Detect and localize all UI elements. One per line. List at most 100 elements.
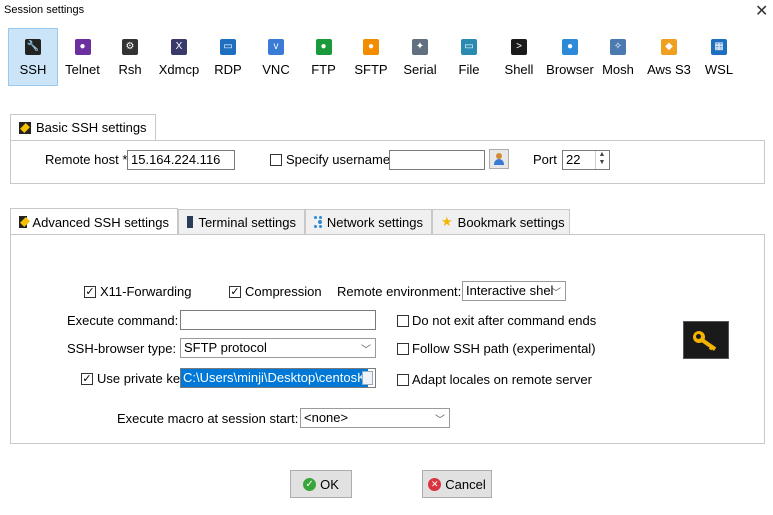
ok-button[interactable]: ✓ OK — [290, 470, 352, 498]
remote-environment-value: Interactive shel — [466, 283, 554, 298]
username-input[interactable] — [389, 150, 485, 170]
session-type-label: Rsh — [118, 62, 142, 77]
session-type-label: WSL — [704, 62, 734, 77]
execute-command-label: Execute command: — [67, 313, 179, 328]
session-type-serial[interactable]: ✦ Serial — [396, 28, 444, 86]
port-label: Port — [533, 152, 557, 167]
adapt-locales-checkbox[interactable] — [397, 374, 409, 386]
execute-macro-value: <none> — [304, 410, 349, 425]
remote-host-label: Remote host * — [45, 152, 128, 167]
star-icon: ★ — [441, 214, 453, 229]
tab-label: Bookmark settings — [457, 214, 565, 230]
session-type-rdp[interactable]: ▭ RDP — [205, 28, 251, 86]
session-type-rsh[interactable]: ⚙ Rsh — [107, 28, 153, 86]
session-type-label: Mosh — [602, 62, 634, 77]
tab-bookmark-settings[interactable]: ★ Bookmark settings — [432, 209, 570, 234]
ok-label: OK — [320, 476, 339, 492]
specify-username-label: Specify username — [286, 152, 391, 167]
mosh-icon: ✧ — [610, 39, 626, 55]
file-browse-icon[interactable] — [362, 371, 373, 385]
terminal-icon — [187, 216, 194, 228]
follow-ssh-path-checkbox[interactable] — [397, 343, 409, 355]
session-type-label: VNC — [262, 62, 290, 77]
session-type-label: SFTP — [354, 62, 388, 77]
x11-forwarding-checkbox[interactable]: ✓ — [84, 286, 96, 298]
session-type-label: Shell — [504, 62, 534, 77]
close-icon[interactable]: ✕ — [755, 1, 768, 21]
user-picker-button[interactable] — [489, 149, 509, 169]
port-input[interactable]: 22 ▲ ▼ — [562, 150, 610, 170]
key-icon — [693, 329, 719, 351]
tab-label: Network settings — [326, 214, 423, 230]
cancel-label: Cancel — [445, 476, 486, 492]
session-type-toolbar: 🔧 SSH ● Telnet ⚙ Rsh X Xdmcp ▭ RDP v VNC ● FTP ● SFTP ✦ S… — [8, 28, 740, 86]
session-type-browser[interactable]: ● Browser — [544, 28, 596, 86]
wsl-icon: ▦ — [711, 39, 727, 55]
remote-environment-label: Remote environment: — [337, 284, 462, 299]
compression-checkbox[interactable]: ✓ — [229, 286, 241, 298]
wrench-icon — [19, 216, 30, 228]
tab-label: Basic SSH settings — [36, 120, 147, 135]
do-not-exit-label: Do not exit after command ends — [412, 313, 597, 328]
ssh-browser-type-select[interactable]: SFTP protocol ﹀ — [180, 338, 376, 358]
session-type-label: FTP — [311, 62, 336, 77]
tab-basic-ssh-settings[interactable]: Basic SSH settings — [10, 114, 156, 140]
telnet-icon: ● — [74, 39, 91, 55]
key-manager-button[interactable] — [683, 321, 729, 359]
tab-advanced-ssh-settings[interactable]: Advanced SSH settings — [10, 208, 178, 235]
wrench-icon — [19, 121, 31, 134]
session-type-label: File — [458, 62, 480, 77]
advanced-settings-panel: ✓ X11-Forwarding ✓ Compression Remote en… — [10, 234, 765, 444]
session-type-vnc[interactable]: v VNC — [251, 28, 301, 86]
xdmcp-icon: X — [171, 39, 187, 55]
session-type-shell[interactable]: > Shell — [494, 28, 544, 86]
session-type-ssh[interactable]: 🔧 SSH — [8, 28, 58, 86]
follow-ssh-path-label: Follow SSH path (experimental) — [412, 341, 596, 356]
session-type-xdmcp[interactable]: X Xdmcp — [153, 28, 205, 86]
remote-environment-select[interactable]: Interactive shel ﹀ — [462, 281, 566, 301]
rdp-icon: ▭ — [220, 39, 236, 55]
chevron-down-icon: ﹀ — [435, 415, 445, 426]
session-type-telnet[interactable]: ● Telnet — [58, 28, 107, 86]
do-not-exit-checkbox[interactable] — [397, 315, 409, 327]
session-type-sftp[interactable]: ● SFTP — [346, 28, 396, 86]
user-icon — [493, 153, 505, 165]
tab-terminal-settings[interactable]: Terminal settings — [178, 209, 305, 234]
session-type-aws-s3[interactable]: ◆ Aws S3 — [640, 28, 698, 86]
execute-command-input[interactable] — [180, 310, 376, 330]
port-spinner[interactable]: ▲ ▼ — [595, 151, 608, 169]
ssh-icon: 🔧 — [25, 39, 41, 55]
cancel-circle-icon: ✕ — [428, 477, 442, 491]
use-private-key-checkbox[interactable]: ✓ — [81, 373, 93, 385]
remote-host-input[interactable]: 15.164.224.116 — [127, 150, 235, 170]
rsh-icon: ⚙ — [122, 39, 138, 55]
session-type-file[interactable]: ▭ File — [444, 28, 494, 86]
session-type-label: Browser — [546, 62, 594, 77]
session-type-label: Aws S3 — [647, 62, 691, 77]
port-value: 22 — [566, 152, 581, 167]
tab-network-settings[interactable]: Network settings — [305, 209, 432, 234]
chevron-down-icon: ﹀ — [551, 288, 561, 299]
use-private-key-label: Use private key — [97, 371, 181, 386]
cancel-button[interactable]: ✕ Cancel — [422, 470, 492, 498]
session-type-ftp[interactable]: ● FTP — [301, 28, 346, 86]
check-circle-icon: ✓ — [303, 477, 317, 491]
x11-forwarding-label: X11-Forwarding — [100, 284, 192, 299]
private-key-path: C:\Users\minji\Desktop\centosK — [181, 369, 368, 387]
execute-macro-label: Execute macro at session start: — [117, 411, 299, 426]
ssh-browser-type-value: SFTP protocol — [184, 340, 267, 355]
private-key-input[interactable]: C:\Users\minji\Desktop\centosK — [180, 368, 376, 388]
vnc-icon: v — [268, 39, 284, 55]
session-type-label: SSH — [19, 62, 47, 77]
session-type-wsl[interactable]: ▦ WSL — [698, 28, 740, 86]
aws-s3-icon: ◆ — [661, 39, 677, 55]
specify-username-checkbox[interactable] — [270, 154, 282, 166]
session-type-mosh[interactable]: ✧ Mosh — [596, 28, 640, 86]
session-type-label: Xdmcp — [158, 62, 200, 77]
session-type-label: Serial — [403, 62, 437, 77]
compression-label: Compression — [245, 284, 322, 299]
execute-macro-select[interactable]: <none> ﹀ — [300, 408, 450, 428]
serial-icon: ✦ — [412, 39, 428, 55]
chevron-down-icon: ﹀ — [361, 345, 371, 356]
ftp-icon: ● — [315, 39, 332, 55]
